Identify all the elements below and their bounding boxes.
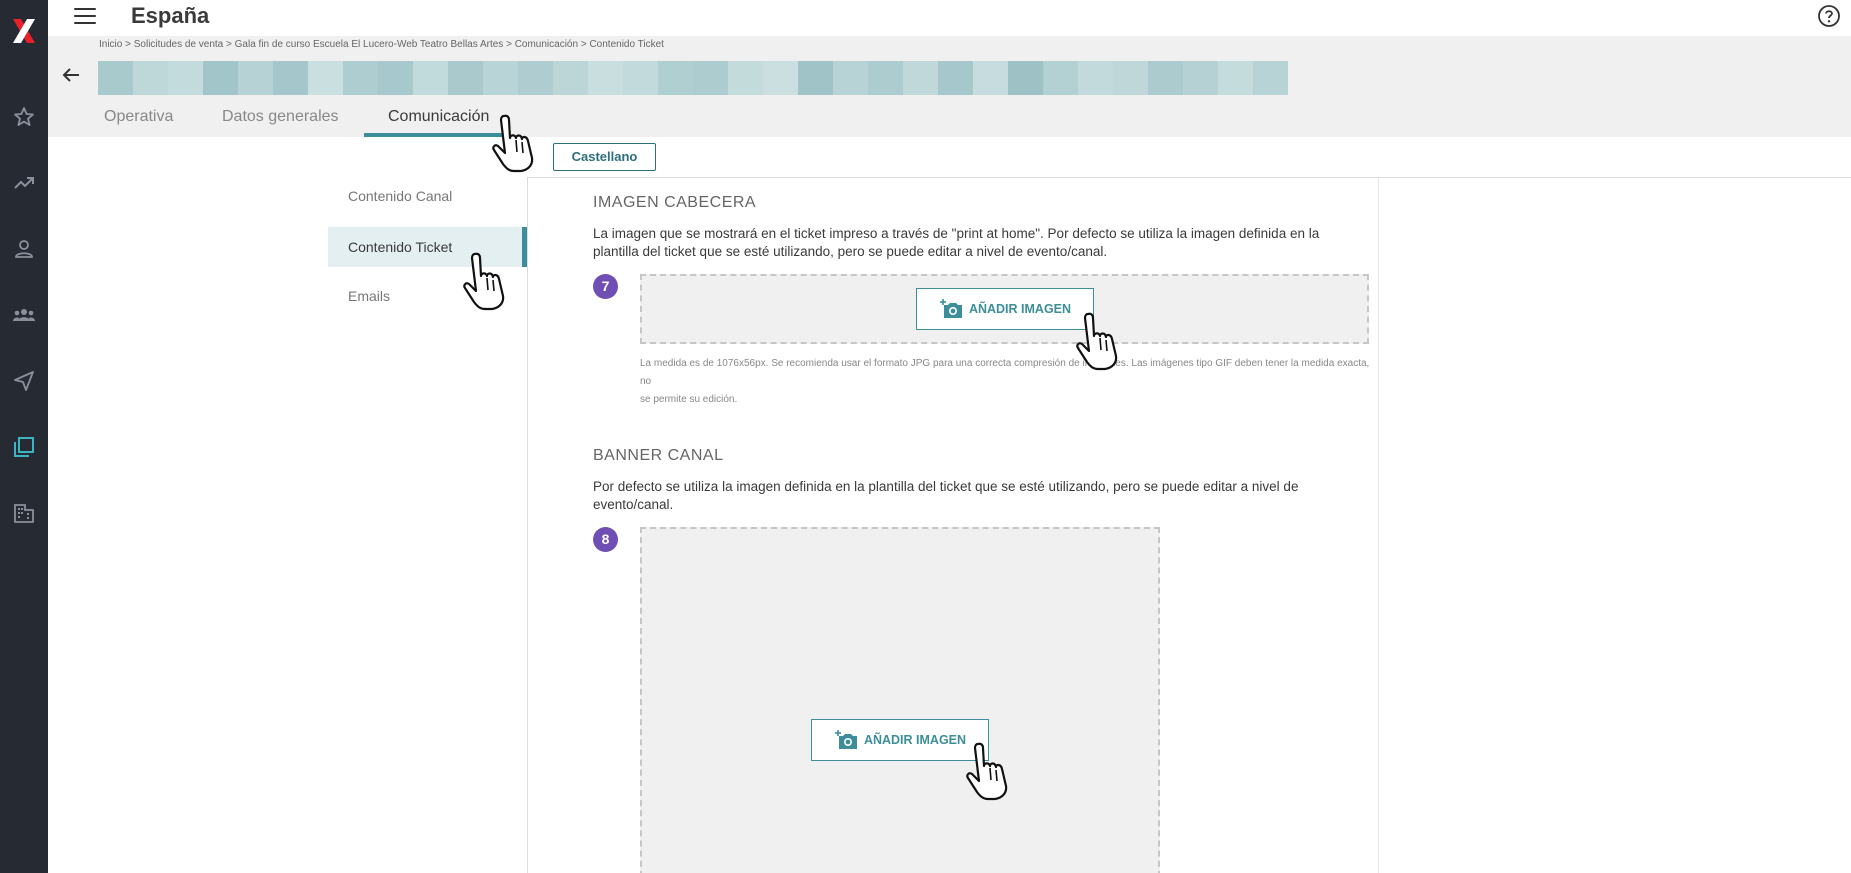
send-icon[interactable] <box>12 369 36 393</box>
hand-pointer-icon <box>966 742 1008 801</box>
language-selector-castellano[interactable]: Castellano <box>553 143 656 171</box>
add-image-label: AÑADIR IMAGEN <box>968 302 1072 316</box>
help-icon[interactable] <box>1817 4 1841 28</box>
section-title-imagen-cabecera: IMAGEN CABECERA <box>593 194 757 211</box>
group-icon[interactable] <box>12 303 36 327</box>
add-banner-image-button[interactable]: AÑADIR IMAGEN <box>811 719 989 761</box>
top-bar: España <box>48 0 1851 36</box>
banner-image-dropzone[interactable] <box>640 527 1160 873</box>
active-tab-indicator <box>364 133 504 137</box>
add-header-image-button[interactable]: AÑADIR IMAGEN <box>916 288 1094 330</box>
page-title: España <box>131 3 210 28</box>
back-arrow-icon[interactable] <box>60 64 82 86</box>
divider <box>527 177 1851 178</box>
breadcrumb: Inicio > Solicitudes de venta > Gala fin… <box>99 39 664 50</box>
star-icon[interactable] <box>12 105 36 129</box>
tab-comunicacion[interactable]: Comunicación <box>388 108 489 126</box>
add-image-label: AÑADIR IMAGEN <box>863 733 967 747</box>
person-icon[interactable] <box>12 237 36 261</box>
hand-pointer-icon <box>1076 312 1118 371</box>
hamburger-menu-icon[interactable] <box>74 8 96 26</box>
divider <box>527 177 528 873</box>
library-icon[interactable] <box>12 435 36 459</box>
page-header: Inicio > Solicitudes de venta > Gala fin… <box>48 36 1851 137</box>
step-badge: 7 <box>593 274 618 299</box>
tab-operativa[interactable]: Operativa <box>104 108 173 126</box>
section-description: La imagen que se mostrará en el ticket i… <box>593 226 1320 259</box>
event-title-redacted <box>98 61 1288 95</box>
hand-pointer-icon <box>463 252 505 311</box>
section-title-banner-canal: BANNER CANAL <box>593 447 724 464</box>
step-badge: 8 <box>593 527 618 552</box>
tab-datos-generales[interactable]: Datos generales <box>222 108 339 126</box>
divider <box>1378 177 1379 873</box>
x-logo-icon[interactable] <box>11 17 37 45</box>
building-icon[interactable] <box>12 501 36 525</box>
image-size-hint: La medida es de 1076x56px. Se recomienda… <box>640 358 1370 405</box>
left-rail <box>0 0 48 873</box>
section-description: Por defecto se utiliza la imagen definid… <box>593 479 1299 512</box>
subnav-contenido-canal[interactable]: Contenido Canal <box>328 176 527 216</box>
hand-pointer-icon <box>492 114 534 173</box>
trending-up-icon[interactable] <box>12 171 36 195</box>
add-photo-icon <box>939 299 962 318</box>
add-photo-icon <box>834 730 857 749</box>
